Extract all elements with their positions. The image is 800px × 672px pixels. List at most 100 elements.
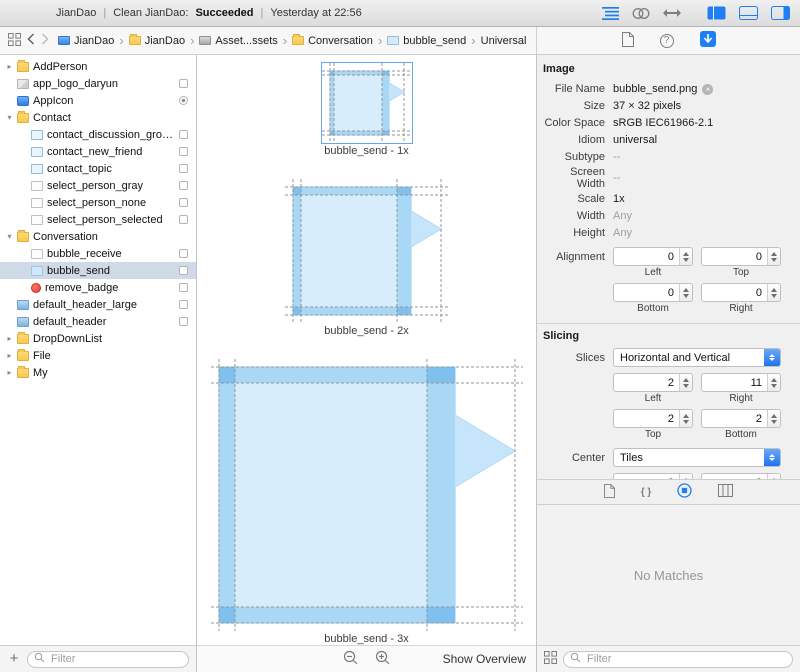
- center-popup[interactable]: Tiles: [613, 448, 781, 467]
- bubble-slice-preview[interactable]: [322, 63, 412, 143]
- navigator-item-My[interactable]: ▸My: [0, 364, 196, 381]
- alignment-right-field[interactable]: 0: [701, 283, 781, 302]
- library-filter-field[interactable]: [563, 651, 793, 668]
- bubble-1x-image[interactable]: [322, 63, 412, 143]
- zoom-out-icon[interactable]: [343, 650, 359, 669]
- navigator-item-AppIcon[interactable]: AppIcon: [0, 92, 196, 109]
- navigator-filter-input[interactable]: [49, 652, 182, 666]
- stepper-control[interactable]: [679, 284, 692, 301]
- clear-icon[interactable]: ×: [702, 84, 713, 95]
- selection-checkbox[interactable]: [179, 181, 188, 190]
- inspector-panel-toggle[interactable]: [771, 6, 790, 20]
- breadcrumb-item[interactable]: bubble_send: [387, 35, 466, 47]
- navigator-item-remove_badge[interactable]: remove_badge: [0, 279, 196, 296]
- standard-editor-icon[interactable]: [602, 7, 619, 20]
- bubble-3x-image[interactable]: [211, 359, 523, 631]
- debug-panel-toggle[interactable]: [739, 6, 758, 20]
- code-snippet-library-tab[interactable]: { }: [641, 487, 652, 498]
- object-library-tab[interactable]: [677, 483, 692, 501]
- file-inspector-tab[interactable]: [622, 32, 634, 50]
- stepper-down-icon[interactable]: [683, 258, 689, 262]
- navigator-item-Conversation[interactable]: ▾Conversation: [0, 228, 196, 245]
- navigator-item-select_person_none[interactable]: select_person_none: [0, 194, 196, 211]
- stepper-control[interactable]: [767, 284, 780, 301]
- alignment-top-field[interactable]: 0: [701, 247, 781, 266]
- stepper-down-icon[interactable]: [683, 294, 689, 298]
- disclosure-triangle-icon[interactable]: ▸: [4, 351, 15, 360]
- navigator-item-select_person_selected[interactable]: select_person_selected: [0, 211, 196, 228]
- selection-checkbox[interactable]: [179, 249, 188, 258]
- forward-chevron-icon[interactable]: [41, 33, 49, 48]
- assistant-editor-icon[interactable]: [632, 7, 650, 20]
- preview-2x[interactable]: bubble_send - 2x: [285, 179, 449, 337]
- selection-checkbox[interactable]: [179, 266, 188, 275]
- navigator-item-Contact[interactable]: ▾Contact: [0, 109, 196, 126]
- navigator-item-bubble_receive[interactable]: bubble_receive: [0, 245, 196, 262]
- navigator-item-contact_discussion_group[interactable]: contact_discussion_group: [0, 126, 196, 143]
- selection-checkbox[interactable]: [179, 164, 188, 173]
- disclosure-triangle-icon[interactable]: ▸: [4, 62, 15, 71]
- stepper-up-icon[interactable]: [683, 288, 689, 292]
- add-asset-button[interactable]: +: [7, 652, 21, 666]
- related-items-icon[interactable]: [8, 33, 21, 49]
- stepper-control[interactable]: [679, 248, 692, 265]
- stepper-up-icon[interactable]: [683, 252, 689, 256]
- selection-circle[interactable]: [179, 96, 188, 105]
- selection-checkbox[interactable]: [179, 300, 188, 309]
- stepper-down-icon[interactable]: [683, 420, 689, 424]
- stepper-control[interactable]: [679, 410, 692, 427]
- breadcrumb-item[interactable]: Conversation: [292, 35, 373, 47]
- quick-help-inspector-tab[interactable]: ?: [660, 34, 674, 48]
- disclosure-triangle-icon[interactable]: ▸: [4, 368, 15, 377]
- disclosure-triangle-icon[interactable]: ▸: [4, 334, 15, 343]
- navigator-item-default_header_large[interactable]: default_header_large: [0, 296, 196, 313]
- navigator-item-select_person_gray[interactable]: select_person_gray: [0, 177, 196, 194]
- selection-checkbox[interactable]: [179, 79, 188, 88]
- file-template-library-tab[interactable]: [604, 484, 615, 501]
- stepper-down-icon[interactable]: [683, 384, 689, 388]
- stepper-down-icon[interactable]: [771, 384, 777, 388]
- disclosure-triangle-icon[interactable]: ▾: [4, 113, 15, 122]
- stepper-up-icon[interactable]: [771, 414, 777, 418]
- navigator-item-File[interactable]: ▸File: [0, 347, 196, 364]
- stepper-control[interactable]: [767, 410, 780, 427]
- slice-top-field[interactable]: 2: [613, 409, 693, 428]
- stepper-up-icon[interactable]: [683, 414, 689, 418]
- navigator-item-DropDownList[interactable]: ▸DropDownList: [0, 330, 196, 347]
- library-filter-input[interactable]: [585, 652, 786, 666]
- navigator-panel-toggle[interactable]: [707, 6, 726, 20]
- zoom-in-icon[interactable]: [375, 650, 391, 669]
- alignment-bottom-field[interactable]: 0: [613, 283, 693, 302]
- slice-bottom-field[interactable]: 2: [701, 409, 781, 428]
- navigator-filter-field[interactable]: [27, 651, 189, 668]
- breadcrumb-item[interactable]: JianDao: [129, 35, 185, 47]
- stepper-down-icon[interactable]: [771, 258, 777, 262]
- disclosure-triangle-icon[interactable]: ▾: [4, 232, 15, 241]
- selection-checkbox[interactable]: [179, 215, 188, 224]
- library-grid-icon[interactable]: [544, 651, 557, 667]
- alignment-left-field[interactable]: 0: [613, 247, 693, 266]
- stepper-down-icon[interactable]: [771, 294, 777, 298]
- version-editor-icon[interactable]: [663, 7, 681, 19]
- navigator-item-default_header[interactable]: default_header: [0, 313, 196, 330]
- bubble-2x-image[interactable]: [285, 179, 449, 323]
- bubble-slice-preview[interactable]: [285, 179, 449, 323]
- breadcrumb-item[interactable]: Asset...ssets: [199, 35, 277, 47]
- slices-popup[interactable]: Horizontal and Vertical: [613, 348, 781, 367]
- stepper-up-icon[interactable]: [683, 378, 689, 382]
- stepper-up-icon[interactable]: [771, 288, 777, 292]
- selection-checkbox[interactable]: [179, 317, 188, 326]
- navigator-item-contact_new_friend[interactable]: contact_new_friend: [0, 143, 196, 160]
- navigator-item-contact_topic[interactable]: contact_topic: [0, 160, 196, 177]
- selection-checkbox[interactable]: [179, 198, 188, 207]
- stepper-control[interactable]: [767, 374, 780, 391]
- show-overview-button[interactable]: Show Overview: [443, 652, 526, 666]
- selection-checkbox[interactable]: [179, 130, 188, 139]
- bubble-slice-preview[interactable]: [211, 359, 523, 631]
- stepper-control[interactable]: [679, 374, 692, 391]
- navigator-item-AddPerson[interactable]: ▸AddPerson: [0, 58, 196, 75]
- selection-checkbox[interactable]: [179, 283, 188, 292]
- breadcrumb-item[interactable]: JianDao: [58, 35, 114, 47]
- back-chevron-icon[interactable]: [27, 33, 35, 48]
- stepper-control[interactable]: [767, 248, 780, 265]
